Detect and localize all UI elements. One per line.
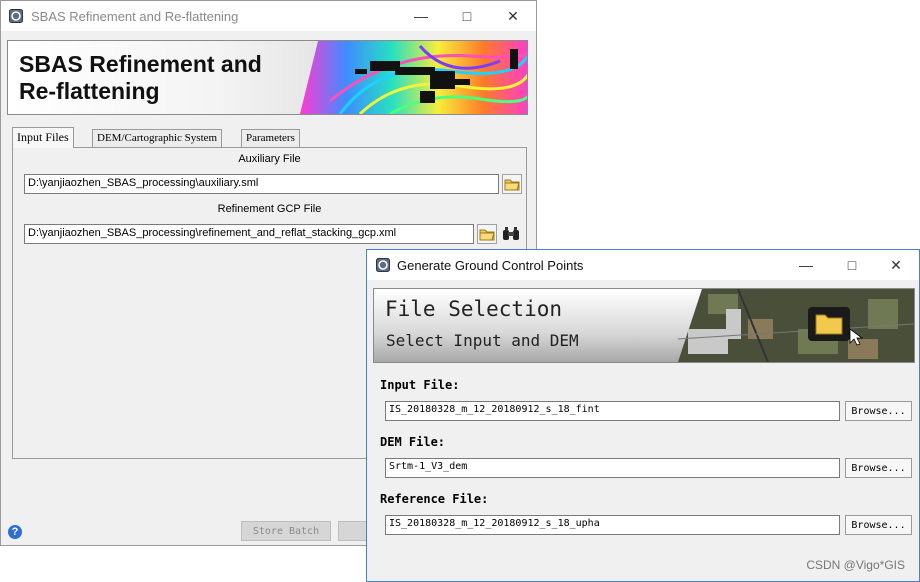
close-icon[interactable]: ✕ [873,250,919,280]
app-icon [376,258,390,272]
partial-button[interactable] [338,521,368,541]
gcp-open-folder-button[interactable] [477,224,497,244]
banner-title: File Selection [385,297,563,321]
app-icon [9,9,23,23]
gcp-window: Generate Ground Control Points — □ ✕ Fil… [366,249,920,582]
banner-title-line2: Re-flattening [19,78,160,104]
interferogram-image [300,41,527,114]
auxiliary-open-folder-button[interactable] [502,174,522,194]
gcp-view-button[interactable] [501,224,521,244]
banner-title-line1: SBAS Refinement and [19,51,262,77]
sbas-banner: SBAS Refinement and Re-flattening [7,40,528,115]
input-file-field[interactable]: IS_20180328_m_12_20180912_s_18_fint [385,401,840,421]
tab-parameters[interactable]: Parameters [241,129,300,147]
auxiliary-file-label: Auxiliary File [238,153,301,165]
refinement-gcp-file-label: Refinement GCP File [217,203,322,215]
auxiliary-file-input[interactable]: D:\yanjiaozhen_SBAS_processing\auxiliary… [24,174,499,194]
folder-icon [479,229,495,241]
reference-file-field[interactable]: IS_20180328_m_12_20180912_s_18_upha [385,515,840,535]
reference-file-label: Reference File: [380,492,489,506]
browse-reference-button[interactable]: Browse... [845,515,912,535]
gcp-window-title: Generate Ground Control Points [397,258,584,273]
input-file-label: Input File: [380,378,460,392]
tab-input-files[interactable]: Input Files [12,127,74,148]
dem-file-label: DEM File: [380,435,446,449]
sbas-window-title: SBAS Refinement and Re-flattening [31,9,239,24]
gcp-banner: File Selection Select Input and DEM [373,288,915,363]
dem-file-field[interactable]: Srtm-1_V3_dem [385,458,840,478]
minimize-icon[interactable]: — [398,1,444,31]
question-icon: ? [11,526,19,538]
browse-input-button[interactable]: Browse... [845,401,912,421]
close-icon[interactable]: ✕ [490,1,536,31]
gcp-titlebar[interactable]: Generate Ground Control Points — □ ✕ [367,250,919,280]
satellite-image [678,289,914,362]
watermark: CSDN @Vigo*GIS [806,558,905,572]
browse-dem-button[interactable]: Browse... [845,458,912,478]
refinement-gcp-file-input[interactable]: D:\yanjiaozhen_SBAS_processing\refinemen… [24,224,474,244]
maximize-icon[interactable]: □ [444,1,490,31]
maximize-icon[interactable]: □ [829,250,875,280]
help-button[interactable]: ? [8,525,22,539]
folder-icon [504,179,520,191]
binoculars-icon [503,227,519,240]
store-batch-button[interactable]: Store Batch [241,521,331,541]
minimize-icon[interactable]: — [783,250,829,280]
folder-icon [815,314,843,335]
banner-subtitle: Select Input and DEM [386,331,579,350]
sbas-titlebar[interactable]: SBAS Refinement and Re-flattening — □ ✕ [1,1,536,31]
tab-dem-cartographic-system[interactable]: DEM/Cartographic System [92,129,223,147]
